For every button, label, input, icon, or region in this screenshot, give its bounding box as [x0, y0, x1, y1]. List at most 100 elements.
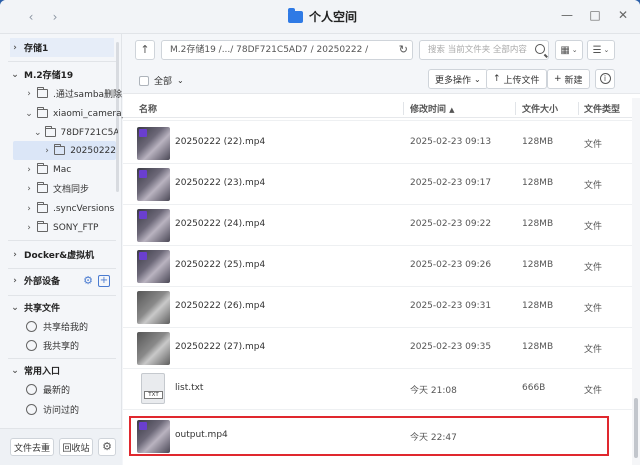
chevron-right-icon[interactable]: › [24, 89, 34, 99]
settings-gear-icon[interactable]: ⚙ [98, 438, 116, 456]
path-input[interactable]: M.2存储19 /.../ 78DF721C5AD7 / 20250222 / … [161, 40, 413, 60]
column-separator[interactable] [403, 102, 404, 115]
chevron-down-icon[interactable]: ⌄ [34, 128, 42, 138]
scrollbar-thumb[interactable] [634, 398, 638, 458]
maximize-icon[interactable]: □ [588, 8, 602, 22]
sidebar-divider [8, 295, 116, 296]
file-size: 128MB [522, 342, 554, 352]
table-row[interactable]: 20250222 (22).mp4 2025-02-23 09:13 128MB… [123, 123, 632, 164]
search-input[interactable]: 搜索 当前文件夹 全部内容 [419, 40, 549, 60]
upload-icon: ↑ [493, 74, 501, 84]
column-separator[interactable] [515, 102, 516, 115]
file-type: 文件 [584, 140, 603, 150]
nav-arrows: ‹ › [22, 9, 64, 25]
chevron-right-icon[interactable]: › [10, 250, 20, 260]
up-arrow-icon[interactable]: ↑ [135, 40, 155, 60]
select-all[interactable]: 全部 ⌄ [139, 74, 184, 87]
search-icon[interactable] [535, 44, 545, 54]
file-manager-window: ‹ › 个人空间 — □ ✕ › 存储1 ⌄ M.2存储19 › .通过samb… [0, 0, 640, 465]
recycle-bin-button[interactable]: 回收站 [59, 438, 93, 456]
sidebar-item-storage19[interactable]: ⌄ M.2存储19 [10, 65, 128, 84]
gear-icon[interactable]: ⚙ [82, 275, 94, 287]
sidebar-item-20250222[interactable]: › 20250222 [13, 141, 116, 160]
chevron-down-icon[interactable]: ⌄ [177, 76, 184, 85]
sidebar-item-shared[interactable]: ⌄ 共享文件 [10, 298, 128, 317]
chevron-right-icon[interactable]: › [10, 276, 20, 286]
chevron-right-icon[interactable]: › [24, 204, 34, 214]
folder-outline-icon [44, 126, 56, 137]
vertical-scrollbar[interactable] [632, 98, 640, 465]
chevron-down-icon[interactable]: ⌄ [10, 303, 20, 313]
view-mode-button[interactable]: ▦ ⌄ [555, 40, 583, 60]
sidebar-item-docker[interactable]: › Docker&虚拟机 [10, 245, 128, 264]
file-mtime: 2025-02-23 09:13 [410, 137, 492, 147]
window-title: 个人空间 [288, 7, 357, 25]
txt-file-icon: TXT [141, 373, 165, 404]
refresh-icon[interactable]: ↻ [399, 41, 408, 59]
file-size: 128MB [522, 301, 554, 311]
sidebar-item-78df[interactable]: ⌄ 78DF721C5A [34, 123, 118, 142]
header-mtime[interactable]: 修改时间 ▲ [410, 102, 455, 115]
sidebar-item-label: 存储1 [24, 44, 49, 54]
column-separator[interactable] [578, 102, 579, 115]
chevron-down-icon: ⌄ [571, 46, 578, 54]
header-size[interactable]: 文件大小 [522, 102, 558, 115]
sidebar-item-visited[interactable]: 访问过的 [26, 400, 118, 419]
sidebar-item-label: .通过samba删除 [53, 90, 123, 100]
sidebar-item-shared-to-me[interactable]: 共享给我的 [26, 317, 118, 336]
sidebar-item-my-shares[interactable]: 我共享的 [26, 336, 118, 355]
chevron-right-icon[interactable]: › [10, 43, 20, 53]
chevron-down-icon[interactable]: ⌄ [10, 366, 20, 376]
main-panel: ↑ M.2存储19 /.../ 78DF721C5AD7 / 20250222 … [123, 34, 640, 465]
header-type[interactable]: 文件类型 [584, 102, 620, 115]
chevron-right-icon[interactable]: › [43, 146, 51, 156]
file-mtime: 2025-02-23 09:17 [410, 178, 492, 188]
upload-button[interactable]: ↑ 上传文件 [486, 69, 547, 89]
video-thumbnail [137, 250, 170, 283]
forward-arrow-icon[interactable]: › [46, 9, 64, 25]
sidebar-item-common[interactable]: ⌄ 常用入口 [10, 361, 128, 380]
new-button[interactable]: + 新建 [547, 69, 590, 89]
minimize-icon[interactable]: — [560, 8, 574, 22]
file-type: 文件 [584, 222, 603, 232]
header-name[interactable]: 名称 [139, 102, 157, 115]
sidebar-item-storage1[interactable]: › 存储1 [10, 38, 114, 57]
sidebar-item-label: .syncVersions [53, 203, 115, 214]
info-button[interactable]: i [595, 69, 615, 89]
chevron-right-icon[interactable]: › [24, 165, 34, 175]
close-icon[interactable]: ✕ [616, 8, 630, 22]
file-name: 20250222 (26).mp4 [175, 301, 266, 311]
file-type: 文件 [584, 181, 603, 191]
sidebar-item-recent[interactable]: 最新的 [26, 380, 118, 399]
table-row[interactable]: 20250222 (26).mp4 2025-02-23 09:31 128MB… [123, 287, 632, 328]
list-view-icon: ☰ [592, 44, 602, 56]
table-row[interactable] [123, 118, 632, 121]
file-mtime: 2025-02-23 09:31 [410, 301, 492, 311]
chevron-right-icon[interactable]: › [24, 184, 34, 194]
back-arrow-icon[interactable]: ‹ [22, 9, 40, 25]
dedupe-button[interactable]: 文件去重 [10, 438, 54, 456]
chevron-down-icon[interactable]: ⌄ [10, 70, 20, 80]
sidebar-item-label: 我共享的 [43, 342, 80, 352]
more-ops-button[interactable]: 更多操作 ⌄ [428, 69, 488, 89]
table-row[interactable]: 20250222 (27).mp4 2025-02-23 09:35 128MB… [123, 328, 632, 369]
table-row[interactable]: TXT list.txt 今天 21:08 666B 文件 [123, 369, 632, 410]
folder-outline-icon [37, 107, 48, 118]
list-mode-button[interactable]: ☰ ⌄ [587, 40, 615, 60]
chevron-right-icon[interactable]: › [24, 223, 34, 233]
chevron-down-icon[interactable]: ⌄ [24, 109, 34, 119]
folder-outline-icon [37, 163, 48, 174]
sidebar-item-label: xiaomi_camera_ [53, 108, 127, 119]
table-row-highlighted[interactable]: output.mp4 今天 22:47 [129, 416, 609, 456]
table-row[interactable]: 20250222 (24).mp4 2025-02-23 09:22 128MB… [123, 205, 632, 246]
more-ops-label: 更多操作 [435, 75, 472, 86]
sidebar-item-external[interactable]: › 外部设备 [10, 271, 80, 290]
sidebar-bottom-bar: 文件去重 回收站 ⚙ [0, 428, 122, 465]
table-row[interactable]: 20250222 (23).mp4 2025-02-23 09:17 128MB… [123, 164, 632, 205]
file-name: 20250222 (25).mp4 [175, 260, 266, 270]
action-toolbar: 全部 ⌄ 更多操作 ⌄ ↑ 上传文件 + 新建 i [123, 64, 640, 94]
add-device-icon[interactable]: + [98, 275, 110, 287]
select-all-checkbox[interactable] [139, 75, 149, 86]
table-row[interactable]: 20250222 (25).mp4 2025-02-23 09:26 128MB… [123, 246, 632, 287]
file-size: 128MB [522, 260, 554, 270]
